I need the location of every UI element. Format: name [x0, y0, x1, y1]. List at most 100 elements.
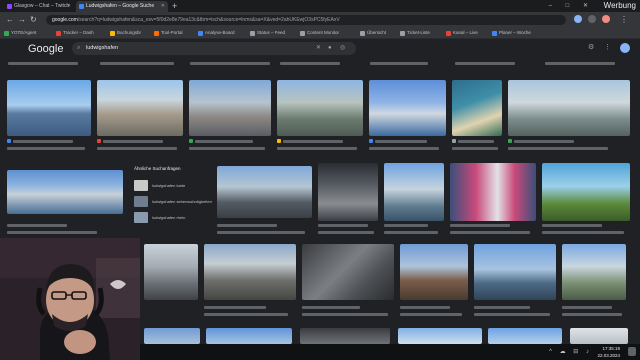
twitch-favicon — [7, 4, 12, 9]
extension-icon[interactable] — [574, 15, 582, 23]
image-result[interactable] — [570, 328, 628, 344]
taskbar-clock[interactable]: 17:35:19 22.03.2024 — [597, 345, 620, 359]
image-result[interactable] — [450, 163, 536, 221]
bookmarks-bar: YOTE/Agent Tracker – Dash Buchungsbr Too… — [0, 28, 640, 39]
image-result[interactable] — [508, 80, 630, 136]
address-bar[interactable]: google.com/search?q=ludwigshafen&sca_esv… — [46, 15, 566, 25]
image-result[interactable] — [204, 244, 296, 300]
image-result[interactable] — [398, 328, 482, 344]
bookmark-icon — [400, 31, 405, 36]
image-result[interactable] — [7, 80, 91, 136]
image-result[interactable] — [302, 244, 394, 300]
image-result[interactable] — [488, 328, 562, 344]
image-result[interactable] — [97, 80, 183, 136]
tab-strip: Glasgow – Chat – Twitch ✕ Ludwigshafen –… — [0, 0, 640, 12]
caption-placeholder — [302, 306, 360, 309]
image-result[interactable] — [400, 244, 468, 300]
forward-icon[interactable]: → — [18, 12, 26, 28]
bookmark-item[interactable]: Übersicht — [360, 29, 386, 37]
related-searches: Ähnliche Suchanfragen ludwigshafen karte… — [132, 166, 212, 228]
caption-placeholder — [474, 306, 530, 309]
bookmark-item[interactable]: Buchungsbr — [110, 29, 141, 37]
source-favicon — [452, 139, 456, 143]
bookmark-icon — [4, 31, 9, 36]
profile-icon[interactable] — [602, 15, 610, 23]
menu-icon[interactable]: ⋮ — [620, 12, 628, 28]
caption-placeholder — [204, 313, 288, 316]
notification-icon[interactable] — [628, 347, 636, 356]
caption-placeholder — [400, 306, 450, 309]
source-favicon — [189, 139, 193, 143]
image-result[interactable] — [562, 244, 626, 300]
image-result[interactable] — [474, 244, 556, 300]
bookmark-item[interactable]: Analyse-Board — [198, 29, 235, 37]
caption-placeholder — [318, 231, 374, 234]
caption-placeholder — [13, 140, 73, 143]
related-search-item[interactable]: ludwigshafen sehenswürdigkeiten — [134, 196, 212, 207]
search-icon: ⌕ — [77, 45, 81, 51]
image-result[interactable] — [384, 163, 444, 221]
bookmark-item[interactable]: Content Monitor — [300, 29, 339, 37]
bookmark-icon — [110, 31, 115, 36]
related-search-item[interactable]: ludwigshafen karte — [134, 180, 208, 191]
bookmark-item[interactable]: Planer – Woche — [492, 29, 531, 37]
image-result[interactable] — [189, 80, 271, 136]
system-tray[interactable]: ^ ☁ ⊟ ♪ — [549, 344, 592, 360]
caption-placeholder — [450, 224, 510, 227]
caption-placeholder — [190, 62, 270, 65]
taskbar: ^ ☁ ⊟ ♪ 17:35:19 22.03.2024 — [140, 344, 640, 360]
related-thumb — [134, 196, 148, 207]
bookmark-icon — [492, 31, 497, 36]
mic-icon[interactable]: ● — [328, 45, 332, 52]
back-icon[interactable]: ← — [6, 12, 14, 28]
bookmark-item[interactable]: Ticket-Liste — [400, 29, 430, 37]
bookmark-item[interactable]: Tool-Portal — [154, 29, 183, 37]
close-icon[interactable]: ✕ — [67, 1, 71, 12]
apps-icon[interactable]: ⋮ — [604, 43, 611, 53]
image-result[interactable] — [277, 80, 363, 136]
bookmark-item[interactable]: Status – Feed — [250, 29, 285, 37]
image-result[interactable] — [7, 170, 123, 214]
image-result[interactable] — [217, 166, 312, 218]
image-result[interactable] — [369, 80, 446, 136]
search-input[interactable]: ⌕ ludwigshafen — [72, 42, 356, 55]
image-result[interactable] — [300, 328, 390, 344]
source-favicon — [369, 139, 373, 143]
close-icon[interactable]: ✕ — [161, 1, 165, 12]
clear-icon[interactable]: ✕ — [316, 45, 321, 52]
caption-placeholder — [384, 224, 428, 227]
avatar[interactable] — [620, 43, 630, 53]
caption-placeholder — [7, 224, 67, 227]
google-logo[interactable]: Google — [28, 42, 63, 56]
download-icon[interactable] — [588, 15, 596, 23]
related-search-item[interactable]: ludwigshafen rhein — [134, 212, 208, 223]
image-result[interactable] — [452, 80, 502, 136]
tab-google-search[interactable]: Ludwigshafen – Google Suche ✕ — [76, 1, 168, 12]
bookmark-item[interactable]: YOTE/Agent — [4, 29, 36, 37]
settings-icon[interactable]: ⚙ — [588, 43, 594, 53]
source-favicon — [277, 139, 281, 143]
image-result[interactable] — [144, 328, 200, 344]
webcam-overlay — [0, 238, 140, 360]
caption-placeholder — [455, 62, 515, 65]
window-controls[interactable]: – □ ✕ — [549, 0, 594, 12]
image-result[interactable] — [206, 328, 292, 344]
ad-overlay-label: Werbung — [603, 1, 636, 10]
caption-placeholder — [280, 62, 340, 65]
bookmark-icon — [360, 31, 365, 36]
caption-placeholder — [369, 147, 439, 150]
tab-twitch-chat[interactable]: Glasgow – Chat – Twitch ✕ — [4, 1, 74, 12]
bookmark-icon — [56, 31, 61, 36]
image-result[interactable] — [144, 244, 198, 300]
bookmark-item[interactable]: Tracker – Dash — [56, 29, 94, 37]
bookmark-item[interactable]: Kanal – Live — [446, 29, 478, 37]
bookmark-icon — [154, 31, 159, 36]
browser-toolbar: ← → ↻ google.com/search?q=ludwigshafen&s… — [0, 12, 640, 28]
image-result[interactable] — [542, 163, 630, 221]
reload-icon[interactable]: ↻ — [30, 12, 37, 28]
source-favicon — [97, 139, 101, 143]
caption-placeholder — [514, 140, 574, 143]
image-result[interactable] — [318, 163, 378, 221]
lens-icon[interactable]: ◎ — [340, 45, 345, 52]
new-tab-icon[interactable]: + — [172, 0, 177, 12]
